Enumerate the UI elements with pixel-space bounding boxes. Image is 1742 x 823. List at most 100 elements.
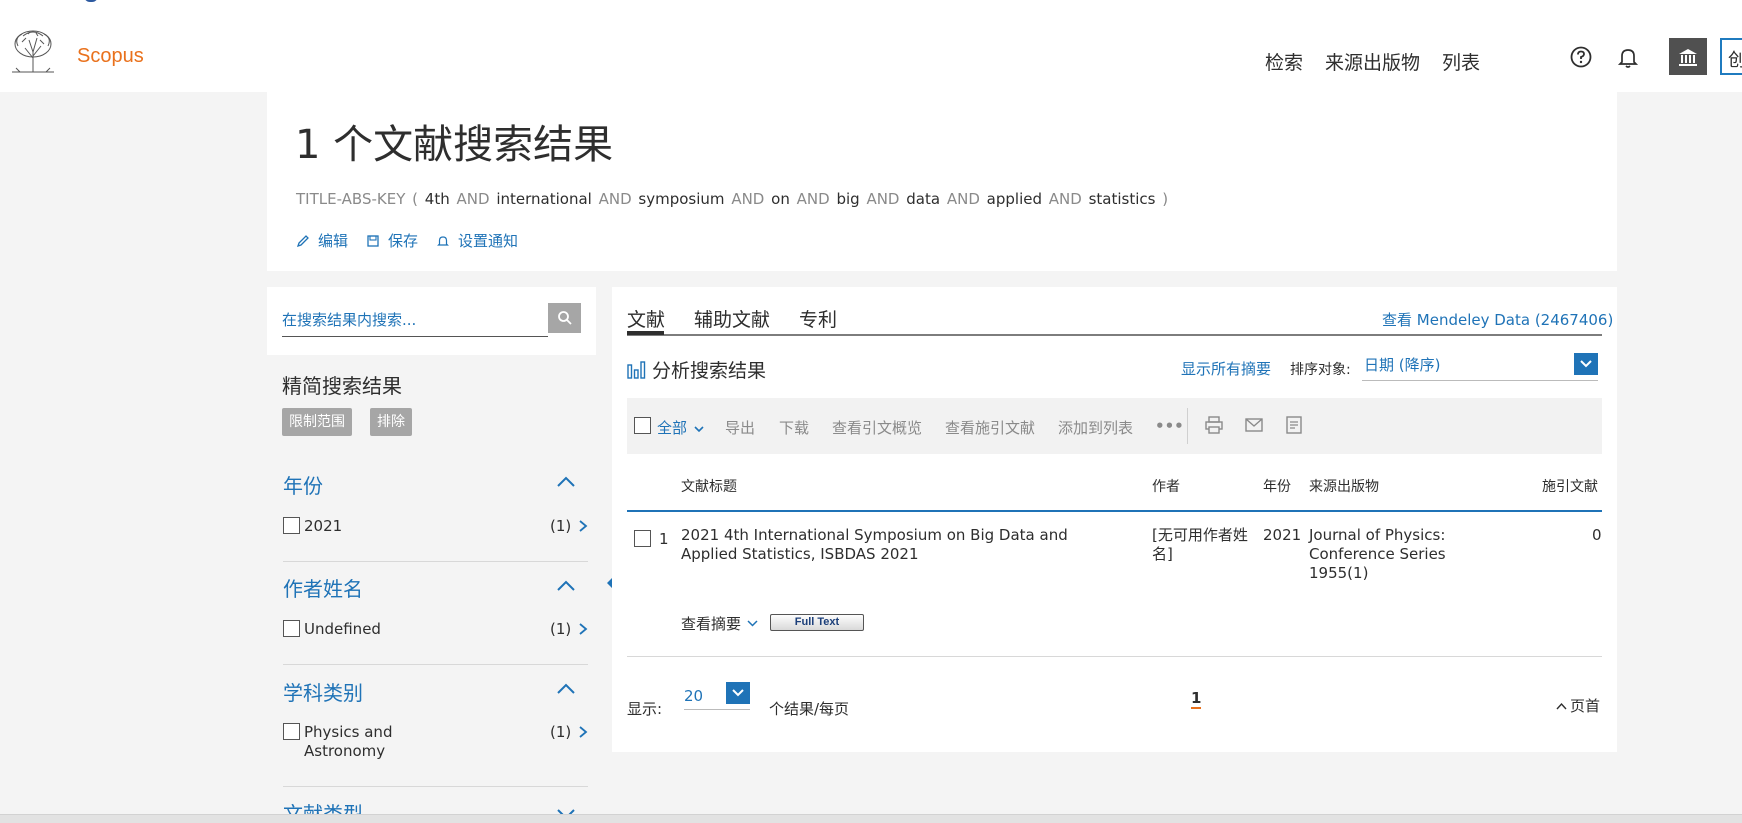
results-toolbar: 全部 导出 下载 查看引文概览 查看施引文献 添加到列表 ••• [627,398,1602,454]
facet-author-option[interactable]: Undefined [283,620,381,639]
tab-documents[interactable]: 文献 [627,305,665,332]
row-source-link[interactable]: Journal of Physics: Conference Series [1309,526,1529,564]
column-title[interactable]: 文献标题 [681,476,737,496]
limit-to-button[interactable]: 限制范围 [282,408,352,436]
results-count-title: 1 个文献搜索结果 [295,122,614,168]
column-authors[interactable]: 作者 [1152,476,1180,496]
facet-year-checkbox[interactable] [283,517,300,534]
search-query: TITLE-ABS-KEY ( 4th AND international AN… [296,190,1168,208]
horizontal-scrollbar[interactable] [0,814,1742,823]
facet-year-option[interactable]: 2021 [283,517,342,536]
results-per-page-text: 个结果/每页 [769,700,850,718]
institution-icon [1679,48,1697,66]
help-icon[interactable] [1568,44,1594,70]
facet-divider [283,561,588,562]
view-abstract-toggle[interactable]: 查看摘要 [681,613,758,634]
analyze-results-button[interactable]: 分析搜索结果 [627,356,766,383]
bibliography-icon[interactable] [1284,415,1304,435]
download-button[interactable]: 下载 [779,417,809,438]
column-year[interactable]: 年份 [1263,476,1291,496]
facet-author-checkbox[interactable] [283,620,300,637]
per-page-label: 显示: [627,700,663,718]
save-search-button[interactable]: 保存 [366,230,418,251]
facet-author-title[interactable]: 作者姓名 [283,573,363,602]
column-source[interactable]: 来源出版物 [1309,476,1379,496]
facet-author-label: Undefined [304,620,381,638]
chevron-up-icon[interactable] [556,476,576,488]
more-options-button[interactable]: ••• [1155,417,1184,435]
nav-search[interactable]: 检索 [1265,48,1303,75]
row-volume: 1955(1) [1309,564,1369,582]
mendeley-data-link[interactable]: 查看 Mendeley Data (2467406) [1382,309,1613,330]
full-text-button[interactable]: Full Text [770,614,864,631]
back-to-top-link[interactable]: 页首 [1556,695,1600,716]
query-field: TITLE-ABS-KEY ( [296,190,418,208]
search-within-input[interactable] [282,303,548,337]
query-term: statistics [1088,190,1156,208]
pencil-icon [296,234,309,247]
search-within-button[interactable] [548,303,581,333]
facet-divider [283,786,588,787]
institution-button[interactable] [1669,38,1707,75]
query-close: ) [1162,190,1169,208]
search-summary-card: 1 个文献搜索结果 TITLE-ABS-KEY ( 4th AND intern… [267,92,1617,271]
query-term: on [771,190,790,208]
set-alert-button[interactable]: 设置通知 [436,230,518,251]
query-term: data [906,190,941,208]
select-all-dropdown[interactable]: 全部 [657,417,704,438]
search-within-results [267,287,596,355]
sort-dropdown-toggle[interactable] [1574,353,1598,375]
facet-subject-option[interactable]: Physics and Astronomy [283,723,404,761]
row-divider [627,656,1602,657]
query-term: 4th [424,190,450,208]
search-icon [557,311,572,325]
nav-sources[interactable]: 来源出版物 [1325,48,1420,75]
current-page[interactable]: 1 [1191,690,1202,709]
tab-patents[interactable]: 专利 [799,305,837,332]
row-cited-by-count[interactable]: 0 [1592,526,1602,545]
query-term: symposium [638,190,725,208]
tab-secondary-documents[interactable]: 辅助文献 [694,305,770,332]
per-page-select[interactable]: 20 [684,682,750,710]
nav-lists[interactable]: 列表 [1442,48,1480,75]
chevron-right-icon[interactable] [578,725,588,739]
per-page-dropdown-toggle[interactable] [726,682,750,704]
row-checkbox[interactable] [634,530,651,547]
print-icon[interactable] [1204,415,1224,435]
chevron-right-icon[interactable] [578,622,588,636]
scopus-brand[interactable]: Scopus [77,45,144,68]
query-operator: AND [598,190,632,208]
chevron-up-icon[interactable] [556,580,576,592]
chevron-up-icon [1556,702,1567,709]
analyze-label: 分析搜索结果 [652,360,767,382]
sort-value: 日期 (降序) [1364,356,1441,374]
exclude-button[interactable]: 排除 [370,408,412,436]
select-all-checkbox[interactable] [634,417,651,434]
email-icon[interactable] [1244,415,1264,435]
facet-year-title[interactable]: 年份 [283,470,323,499]
chevron-up-icon[interactable] [556,683,576,695]
facet-subject-label: Physics and Astronomy [304,723,393,760]
column-cited-by[interactable]: 施引文献 [1542,476,1598,496]
elsevier-tree-logo[interactable] [8,28,58,74]
document-title-link[interactable]: 2021 4th International Symposium on Big … [681,526,1096,564]
create-account-button[interactable]: 创 [1720,38,1742,75]
chevron-down-icon [1580,360,1592,368]
facet-subject-checkbox[interactable] [283,723,300,740]
query-operator: AND [731,190,765,208]
sort-select[interactable]: 日期 (降序) [1362,349,1598,381]
select-all-label: 全部 [657,419,688,437]
view-cited-by-button[interactable]: 查看施引文献 [945,417,1035,438]
citation-overview-button[interactable]: 查看引文概览 [832,417,922,438]
save-label: 保存 [388,232,419,250]
chevron-right-icon[interactable] [578,519,588,533]
show-all-abstracts-link[interactable]: 显示所有摘要 [1181,358,1271,379]
add-to-list-button[interactable]: 添加到列表 [1058,417,1133,438]
per-page-value: 20 [684,687,704,705]
edit-search-button[interactable]: 编辑 [296,230,348,251]
tabs-baseline [627,334,1602,336]
export-button[interactable]: 导出 [725,417,755,438]
facet-subject-title[interactable]: 学科类别 [283,677,363,706]
bell-icon[interactable] [1615,44,1641,70]
sort-label: 排序对象: [1290,362,1351,378]
